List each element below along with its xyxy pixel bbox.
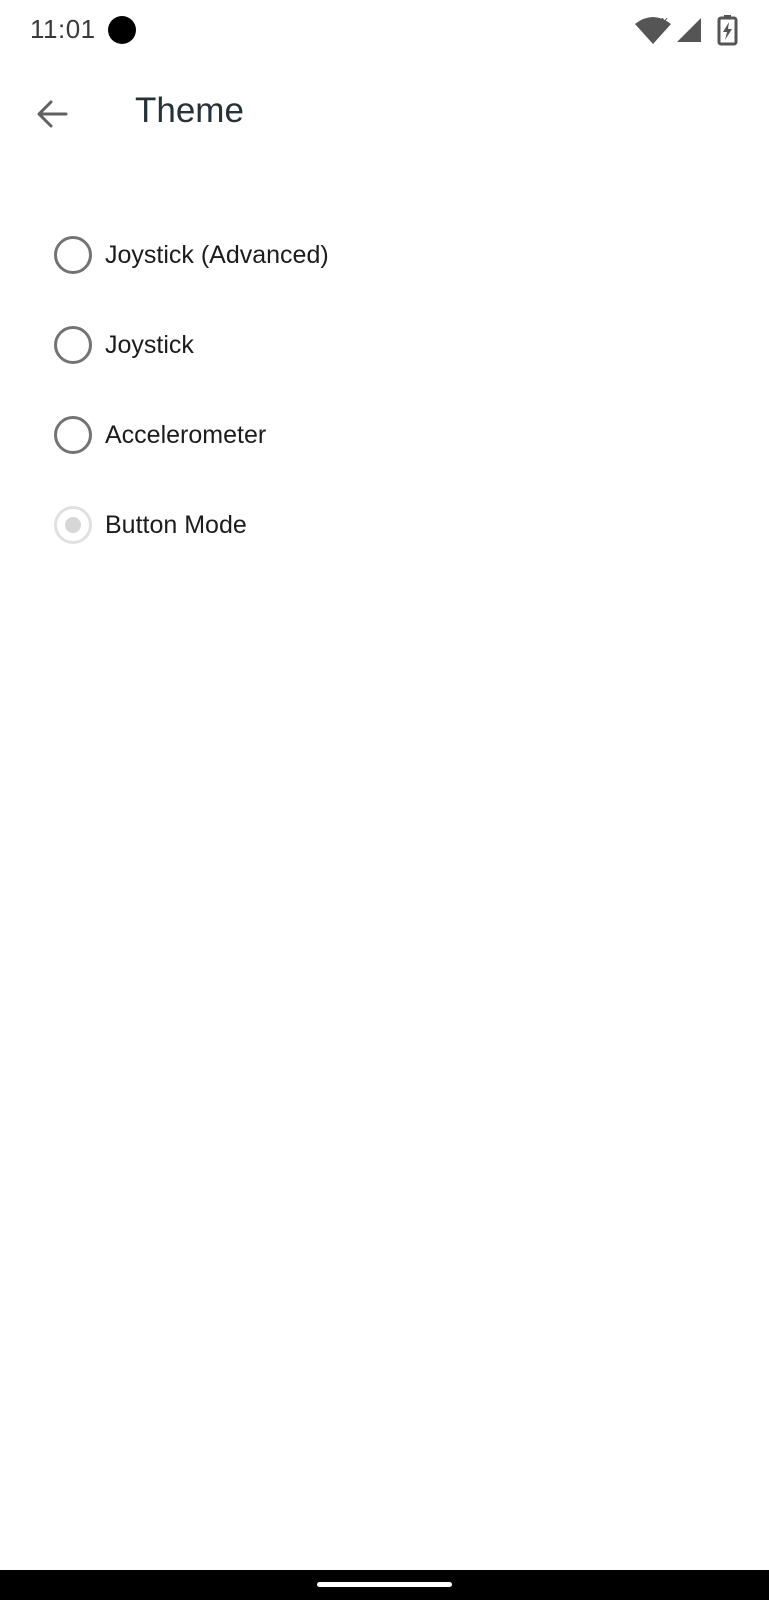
radio-button-selected[interactable] [54, 506, 92, 544]
radio-button[interactable] [54, 326, 92, 364]
arrow-back-icon [37, 100, 68, 128]
radio-label: Joystick [105, 330, 194, 359]
radio-option-joystick[interactable]: Joystick [0, 300, 769, 390]
radio-label: Accelerometer [105, 420, 267, 449]
theme-radio-group: Joystick (Advanced) Joystick Acceleromet… [0, 210, 769, 570]
radio-button[interactable] [54, 416, 92, 454]
radio-label: Joystick (Advanced) [105, 240, 329, 269]
signal-icon [677, 18, 701, 42]
status-icons: x [633, 14, 743, 46]
svg-text:x: x [661, 16, 668, 28]
back-button[interactable] [20, 82, 84, 146]
status-bar: 11:01 x [0, 0, 769, 64]
status-time: 11:01 [30, 14, 96, 44]
navigation-bar [0, 1570, 769, 1600]
radio-option-joystick-advanced[interactable]: Joystick (Advanced) [0, 210, 769, 300]
radio-option-accelerometer[interactable]: Accelerometer [0, 390, 769, 480]
wifi-icon: x [635, 16, 671, 44]
radio-button[interactable] [54, 236, 92, 274]
notification-dot-icon [108, 16, 136, 44]
battery-charging-icon [717, 15, 738, 46]
app-bar: Theme [0, 64, 769, 164]
radio-label: Button Mode [105, 510, 247, 539]
radio-option-button-mode[interactable]: Button Mode [0, 480, 769, 570]
page-title: Theme [135, 91, 244, 130]
home-gesture-handle[interactable] [317, 1582, 452, 1587]
